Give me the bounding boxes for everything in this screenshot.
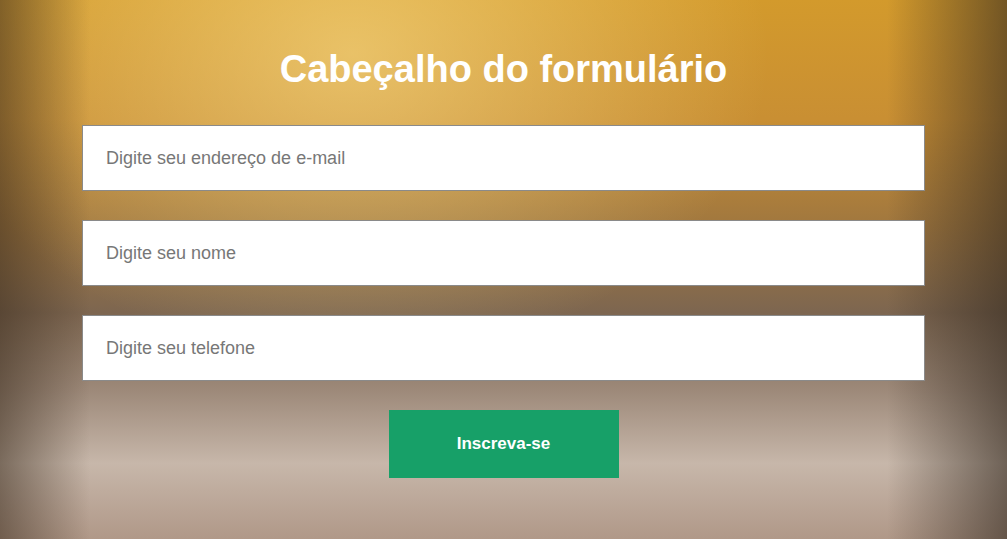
background-photo: Cabeçalho do formulário Inscreva-se — [0, 0, 1007, 539]
form-title: Cabeçalho do formulário — [280, 46, 728, 92]
form-input[interactable] — [82, 315, 925, 381]
subscribe-button[interactable]: Inscreva-se — [389, 410, 619, 478]
form-input[interactable] — [82, 125, 925, 191]
signup-form: Inscreva-se — [82, 125, 925, 478]
form-input[interactable] — [82, 220, 925, 286]
